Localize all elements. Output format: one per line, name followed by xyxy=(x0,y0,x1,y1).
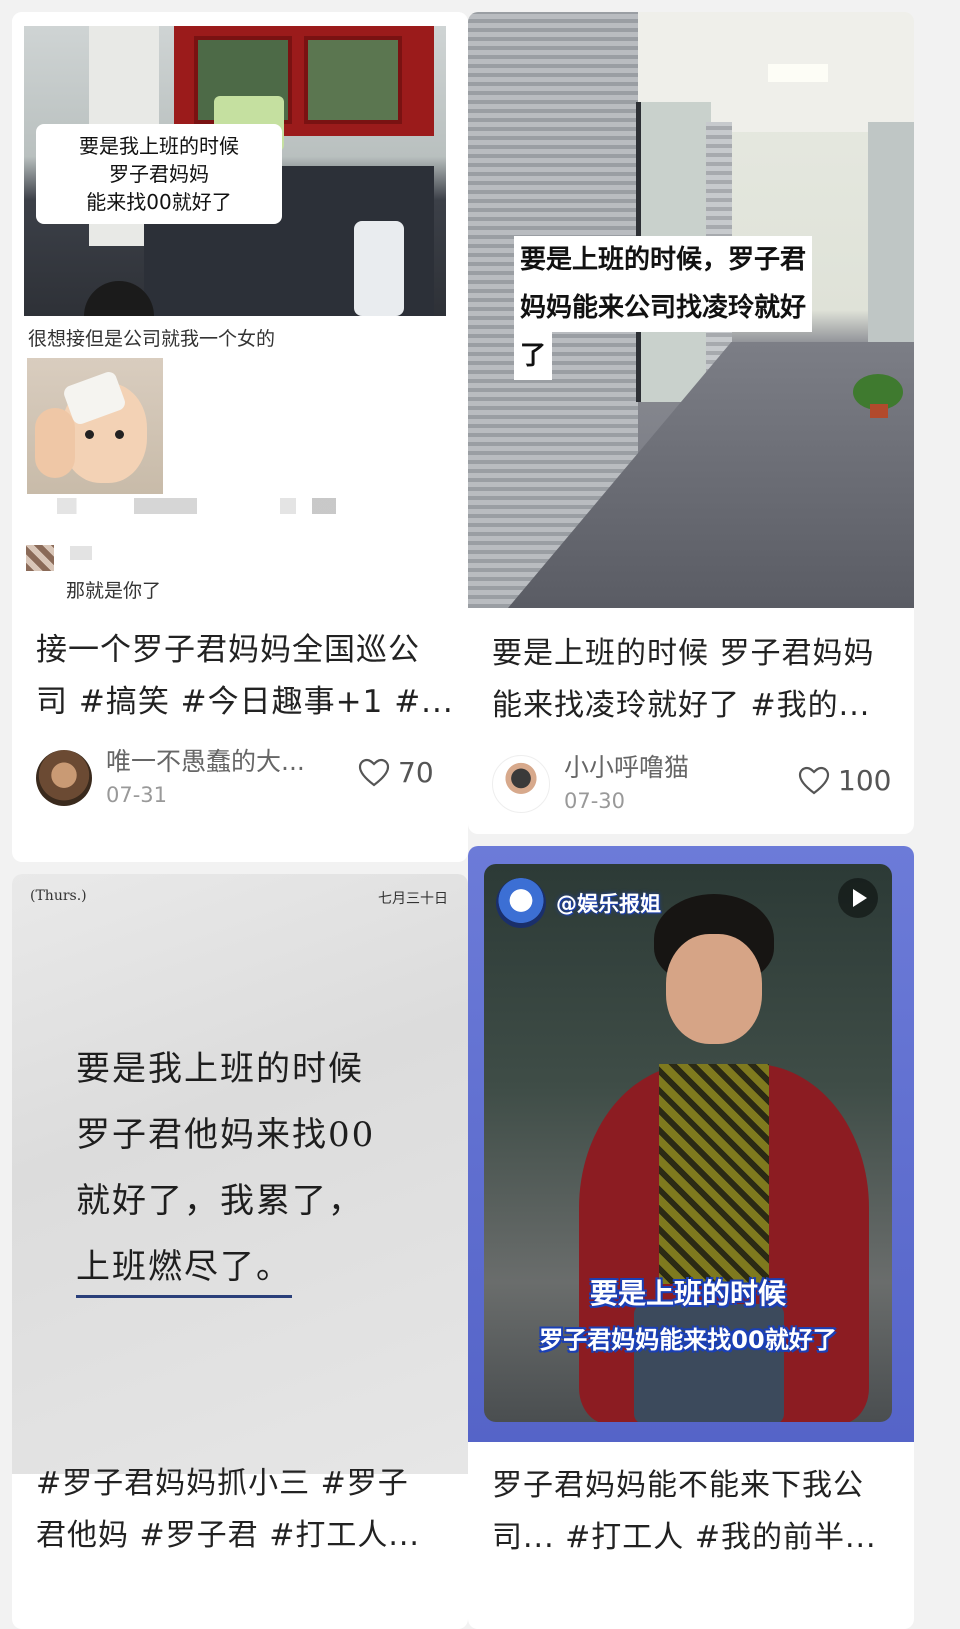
author-row[interactable]: 唯一不愚蠢的大... 07-31 xyxy=(36,746,305,810)
caption-line: 司 #搞笑 #今日趣事+1 #... xyxy=(36,684,454,720)
blurred-avatar xyxy=(26,545,54,571)
post-caption[interactable]: 罗子君妈妈能不能来下我公 司... #打工人 #我的前半... xyxy=(492,1460,902,1564)
video-frame: @娱乐报姐 要是上班的时候 罗子君妈妈能来找00就好了 xyxy=(484,864,892,1422)
heart-icon xyxy=(798,766,830,794)
post-image-1[interactable]: 要是我上班的时候 罗子君妈妈 能来找00就好了 很想接但是公司就我一个女的 那就… xyxy=(12,12,468,630)
poem-line: 要是我上班的时候 xyxy=(76,1049,364,1089)
post-card-3[interactable]: (Thurs.) 七月三十日 要是我上班的时候 罗子君他妈来找00 就好了，我累… xyxy=(12,874,468,1629)
post-text: 很想接但是公司就我一个女的 xyxy=(28,328,276,350)
caption-line: 君他妈 #罗子君 #打工人... xyxy=(36,1518,420,1553)
like-button[interactable]: 70 xyxy=(358,756,434,789)
post-card-4[interactable]: @娱乐报姐 要是上班的时候 罗子君妈妈能来找00就好了 罗子君妈妈能不能来下我公… xyxy=(468,846,914,1629)
reply-text: 那就是你了 xyxy=(66,580,162,602)
caption-line: 能来找凌玲就好了 #我的... xyxy=(492,688,871,723)
post-date: 07-30 xyxy=(564,789,626,813)
author-name[interactable]: 唯一不愚蠢的大... xyxy=(106,746,305,778)
like-count: 70 xyxy=(398,756,434,789)
overlay-line: 要是上班的时候，罗子君 xyxy=(514,236,813,284)
poem-line: 上班燃尽了。 xyxy=(76,1239,292,1298)
post-date: 07-31 xyxy=(106,783,168,807)
blurred-meta xyxy=(280,498,360,514)
overlay-bubble: 要是我上班的时候 罗子君妈妈 能来找00就好了 xyxy=(36,124,282,224)
overlay-line: 要是我上班的时候 xyxy=(79,134,239,158)
overlay-line: 妈妈能来公司找凌玲就好 xyxy=(514,284,813,332)
baby-photo xyxy=(27,358,163,494)
like-count: 100 xyxy=(838,764,892,797)
post-caption[interactable]: 要是上班的时候 罗子君妈妈 能来找凌玲就好了 #我的... xyxy=(492,628,902,732)
subtitle-line-2: 罗子君妈妈能来找00就好了 xyxy=(539,1326,837,1354)
post-card-1[interactable]: 要是我上班的时候 罗子君妈妈 能来找00就好了 很想接但是公司就我一个女的 那就… xyxy=(12,12,468,862)
author-row[interactable]: 小小呼噜猫 07-30 xyxy=(492,752,689,816)
poem-line: 就好了，我累了， xyxy=(76,1181,364,1221)
avatar[interactable] xyxy=(492,755,550,813)
post-image-3[interactable]: (Thurs.) 七月三十日 要是我上班的时候 罗子君他妈来找00 就好了，我累… xyxy=(12,874,468,1474)
post-card-2[interactable]: 要是上班的时候，罗子君 妈妈能来公司找凌玲就好 了 要是上班的时候 罗子君妈妈 … xyxy=(468,12,914,834)
overlay-line: 能来找00就好了 xyxy=(86,190,232,214)
overlay-text-block: 要是上班的时候，罗子君 妈妈能来公司找凌玲就好 了 xyxy=(514,236,813,380)
post-caption[interactable]: #罗子君妈妈抓小三 #罗子 君他妈 #罗子君 #打工人... xyxy=(36,1458,456,1562)
caption-line: 司... #打工人 #我的前半... xyxy=(492,1520,877,1555)
blurred-name xyxy=(70,546,92,560)
corner-right: 七月三十日 xyxy=(378,891,448,907)
overlay-line: 罗子君妈妈 xyxy=(109,162,209,186)
post-image-2[interactable]: 要是上班的时候，罗子君 妈妈能来公司找凌玲就好 了 xyxy=(468,12,914,608)
caption-line: 要是上班的时候 罗子君妈妈 xyxy=(492,636,875,671)
account-name: @娱乐报姐 xyxy=(556,892,661,916)
overlay-line: 了 xyxy=(514,332,553,380)
like-button[interactable]: 100 xyxy=(798,764,891,797)
poem-line: 罗子君他妈来找00 xyxy=(76,1115,376,1155)
account-avatar xyxy=(496,878,546,928)
caption-line: 罗子君妈妈能不能来下我公 xyxy=(492,1468,864,1503)
avatar[interactable] xyxy=(36,750,92,806)
blurred-username xyxy=(57,498,197,514)
play-icon[interactable] xyxy=(838,878,878,918)
post-caption[interactable]: 接一个罗子君妈妈全国巡公 司 #搞笑 #今日趣事+1 #... xyxy=(36,624,456,728)
post-image-4[interactable]: @娱乐报姐 要是上班的时候 罗子君妈妈能来找00就好了 xyxy=(468,846,914,1442)
caption-line: #罗子君妈妈抓小三 #罗子 xyxy=(36,1466,409,1501)
poem-text: 要是我上班的时候 罗子君他妈来找00 就好了，我累了， 上班燃尽了。 xyxy=(76,1036,375,1300)
author-name[interactable]: 小小呼噜猫 xyxy=(564,752,689,784)
corner-left: (Thurs.) xyxy=(30,888,87,904)
caption-line: 接一个罗子君妈妈全国巡公 xyxy=(36,632,420,668)
heart-icon xyxy=(358,758,390,786)
subtitle-line-1: 要是上班的时候 xyxy=(589,1277,786,1310)
